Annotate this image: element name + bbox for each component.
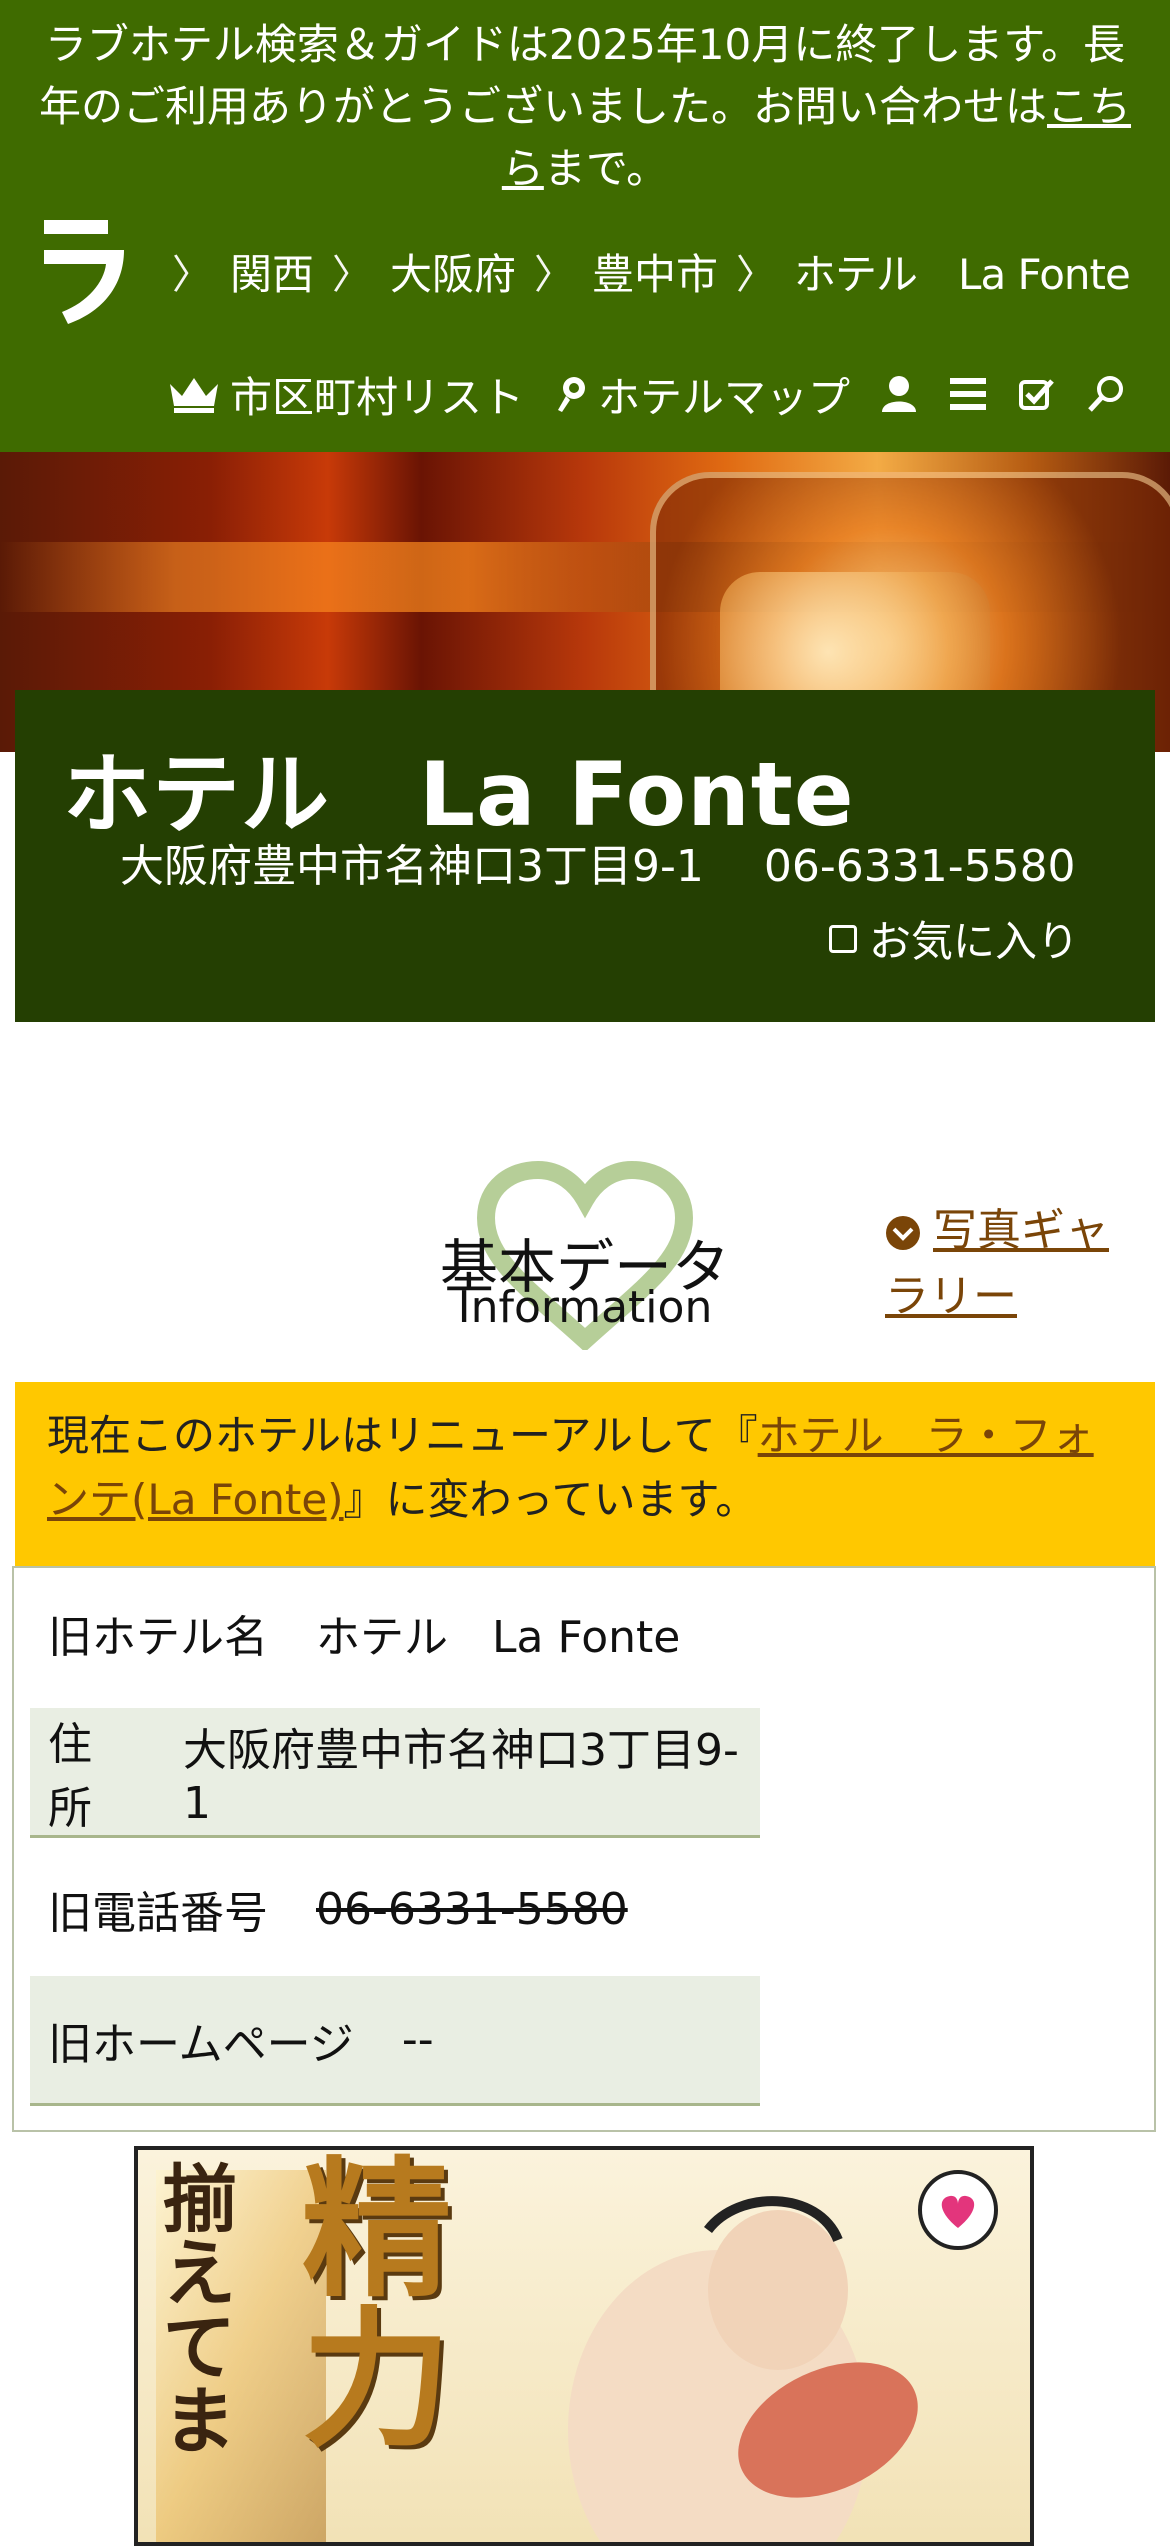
breadcrumb-kansai[interactable]: 関西 bbox=[230, 241, 314, 302]
row-value: ホテル La Fonte bbox=[316, 1612, 681, 1663]
breadcrumb-separator: 〉 bbox=[332, 252, 373, 298]
renewal-text-end: 』に変わっています。 bbox=[343, 1475, 758, 1524]
table-row: 旧電話番号 06-6331-5580 bbox=[30, 1844, 760, 1974]
favorite-label: お気に入り bbox=[868, 917, 1079, 966]
favorite-button[interactable]: お気に入り bbox=[828, 908, 1079, 969]
basic-info-table: 旧ホテル名 ホテル La Fonte 住所 大阪府豊中市名神口3丁目9-1 旧電… bbox=[12, 1566, 1156, 2132]
site-logo[interactable] bbox=[36, 213, 132, 329]
ad-banner[interactable]: 揃えてま 精力 bbox=[134, 2146, 1034, 2546]
row-label: 住所 bbox=[48, 1718, 92, 1834]
crown-icon bbox=[169, 378, 218, 413]
row-label: 旧電話番号 bbox=[48, 1888, 268, 1939]
city-list-label: 市区町村リスト bbox=[229, 372, 524, 422]
banner-illustration bbox=[138, 2150, 1030, 2542]
top-header: ラブホテル検索＆ガイドは2025年10月に終了します。長年のご利用ありがとうござ… bbox=[0, 0, 1170, 452]
chevron-down-circle-icon bbox=[886, 1216, 920, 1250]
hotel-map-label: ホテルマップ bbox=[597, 372, 850, 422]
hotel-map-button[interactable]: ホテルマップ bbox=[554, 364, 850, 425]
closure-notice: ラブホテル検索＆ガイドは2025年10月に終了します。長年のご利用ありがとうござ… bbox=[0, 0, 1170, 206]
table-row: 旧ホームページ -- bbox=[30, 1976, 760, 2106]
row-value: -- bbox=[401, 2014, 434, 2065]
menu-button[interactable] bbox=[948, 376, 988, 412]
banner-side-text: 揃えてま bbox=[150, 2160, 236, 2456]
checkbox-icon bbox=[828, 924, 857, 953]
table-row: 旧ホテル名 ホテル La Fonte bbox=[30, 1568, 760, 1698]
account-button[interactable] bbox=[880, 374, 918, 414]
row-label: 旧ホテル名 bbox=[48, 1612, 268, 1663]
user-icon bbox=[882, 376, 916, 412]
row-label: 旧ホームページ bbox=[48, 2018, 354, 2070]
hotel-title-block: ホテル La Fonte 大阪府豊中市名神口3丁目9-1 06-6331-5580… bbox=[15, 690, 1155, 1022]
city-list-button[interactable]: 市区町村リスト bbox=[168, 364, 524, 425]
breadcrumb-osaka[interactable]: 大阪府 bbox=[390, 241, 516, 302]
breadcrumb: 〉 関西 〉 大阪府 〉 豊中市 〉 ホテル La Fonte bbox=[0, 206, 1170, 336]
breadcrumb-separator: 〉 bbox=[736, 252, 777, 298]
breadcrumb-separator: 〉 bbox=[534, 252, 575, 298]
search-button[interactable] bbox=[1086, 374, 1126, 414]
breadcrumb-separator: 〉 bbox=[172, 252, 212, 298]
breadcrumb-current: ホテル La Fonte bbox=[794, 249, 1131, 299]
hotel-address-line: 大阪府豊中市名神口3丁目9-1 06-6331-5580 bbox=[120, 830, 1076, 894]
table-row: 住所 大阪府豊中市名神口3丁目9-1 bbox=[30, 1708, 760, 1838]
search-icon bbox=[1088, 376, 1123, 412]
section-header: 基本データ Information 写真ギャラリー bbox=[0, 1160, 1170, 1360]
renewal-text: 現在このホテルはリニューアルして『 bbox=[47, 1411, 758, 1460]
renewal-notice: 現在このホテルはリニューアルして『ホテル ラ・フォンテ(La Fonte)』に変… bbox=[15, 1382, 1155, 1566]
pin-icon bbox=[557, 377, 585, 412]
banner-big-text: 精力 bbox=[276, 2150, 450, 2450]
hotel-phone: 06-6331-5580 bbox=[763, 841, 1076, 892]
toolbar: 市区町村リスト ホテルマップ bbox=[0, 336, 1170, 452]
photo-gallery-link[interactable]: 写真ギャラリー bbox=[885, 1198, 1125, 1330]
hotel-address: 大阪府豊中市名神口3丁目9-1 bbox=[120, 841, 704, 892]
checklist-icon bbox=[1019, 379, 1054, 410]
breadcrumb-trail: 〉 関西 〉 大阪府 〉 豊中市 〉 ホテル La Fonte bbox=[154, 241, 1131, 302]
menu-icon bbox=[950, 378, 986, 410]
logo-icon bbox=[44, 220, 124, 324]
notice-text-end: まで。 bbox=[543, 144, 669, 193]
row-value: 大阪府豊中市名神口3丁目9-1 bbox=[182, 1725, 739, 1829]
checklist-button[interactable] bbox=[1018, 375, 1056, 413]
breadcrumb-toyonaka[interactable]: 豊中市 bbox=[592, 241, 718, 302]
row-value: 06-6331-5580 bbox=[316, 1883, 628, 1935]
notice-text: ラブホテル検索＆ガイドは2025年10月に終了します。長年のご利用ありがとうござ… bbox=[38, 20, 1126, 131]
